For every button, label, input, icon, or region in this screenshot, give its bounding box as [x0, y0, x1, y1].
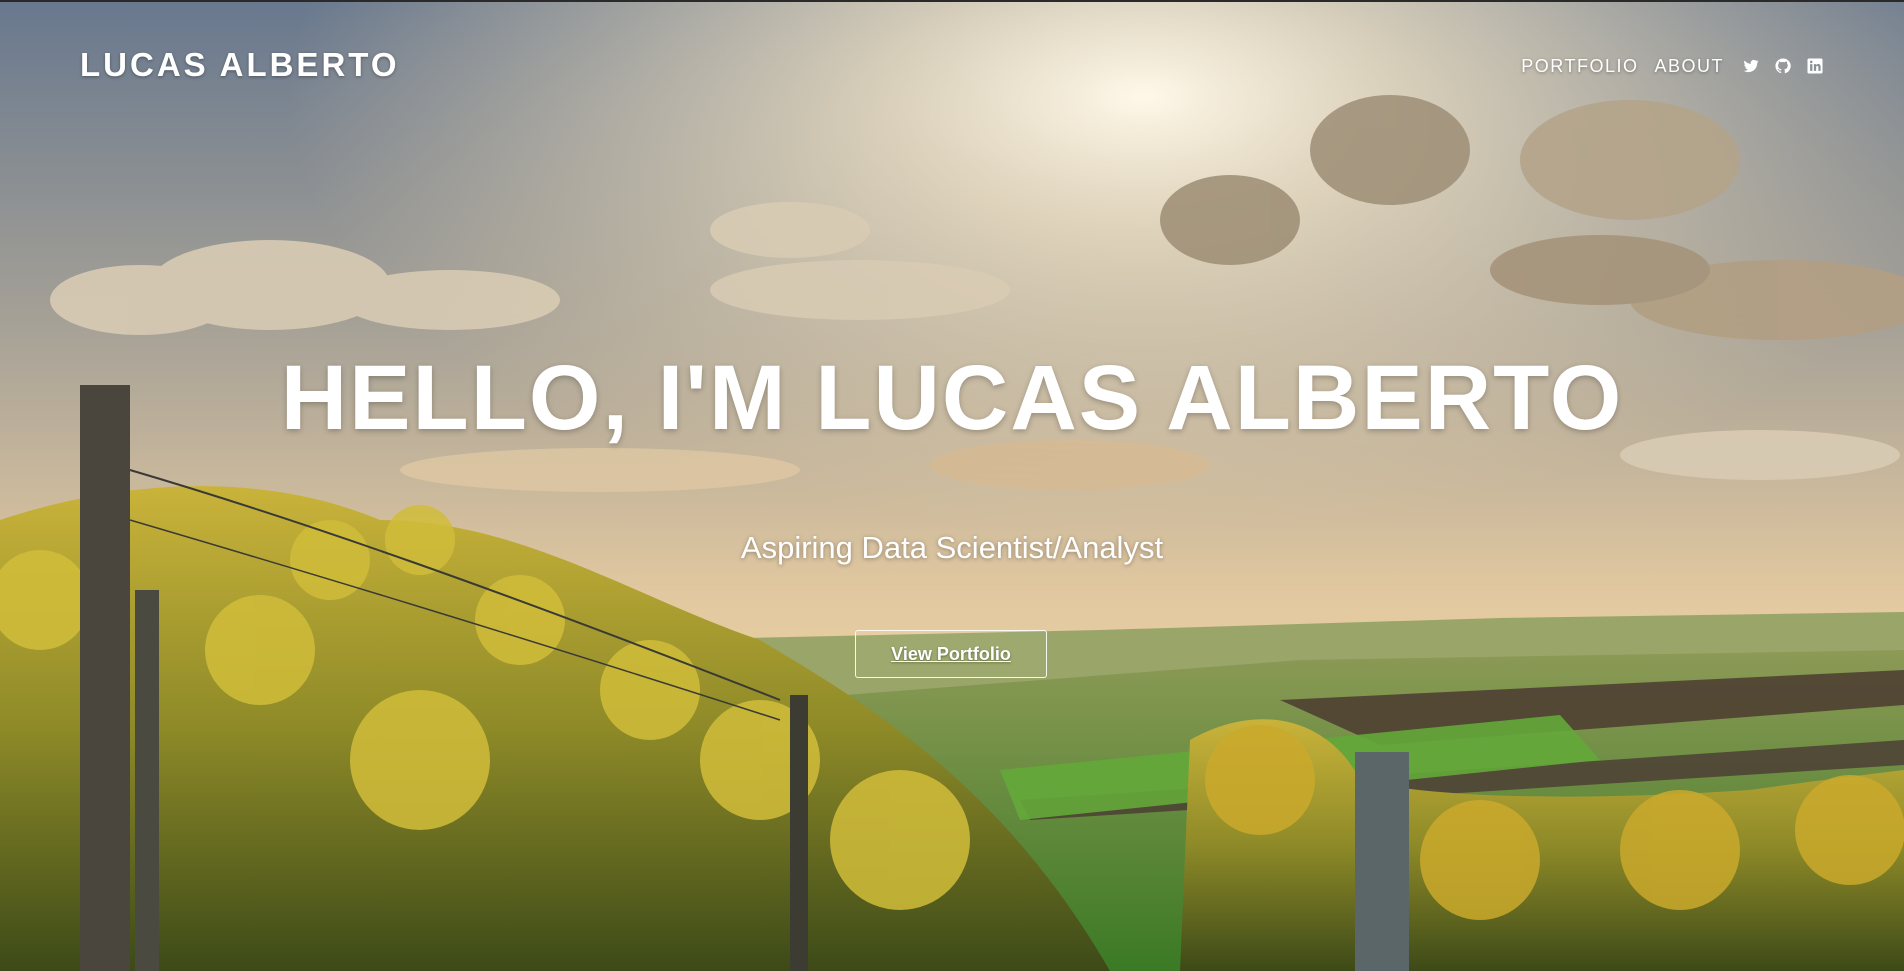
hero-headline: HELLO, I'M LUCAS ALBERTO — [280, 347, 1624, 449]
site-brand[interactable]: LUCAS ALBERTO — [80, 46, 400, 84]
top-nav: PORTFOLIO ABOUT — [1521, 52, 1824, 80]
nav-portfolio-link[interactable]: PORTFOLIO — [1521, 56, 1638, 77]
linkedin-icon[interactable] — [1806, 57, 1824, 75]
top-border — [0, 0, 1904, 2]
github-icon[interactable] — [1774, 57, 1792, 75]
nav-about-link[interactable]: ABOUT — [1654, 56, 1724, 77]
hero-section — [0, 0, 1904, 971]
view-portfolio-button[interactable]: View Portfolio — [855, 630, 1047, 678]
twitter-icon[interactable] — [1742, 57, 1760, 75]
social-links — [1742, 57, 1824, 75]
hero-subheadline: Aspiring Data Scientist/Analyst — [740, 530, 1164, 565]
hero-background-image — [0, 0, 1904, 971]
